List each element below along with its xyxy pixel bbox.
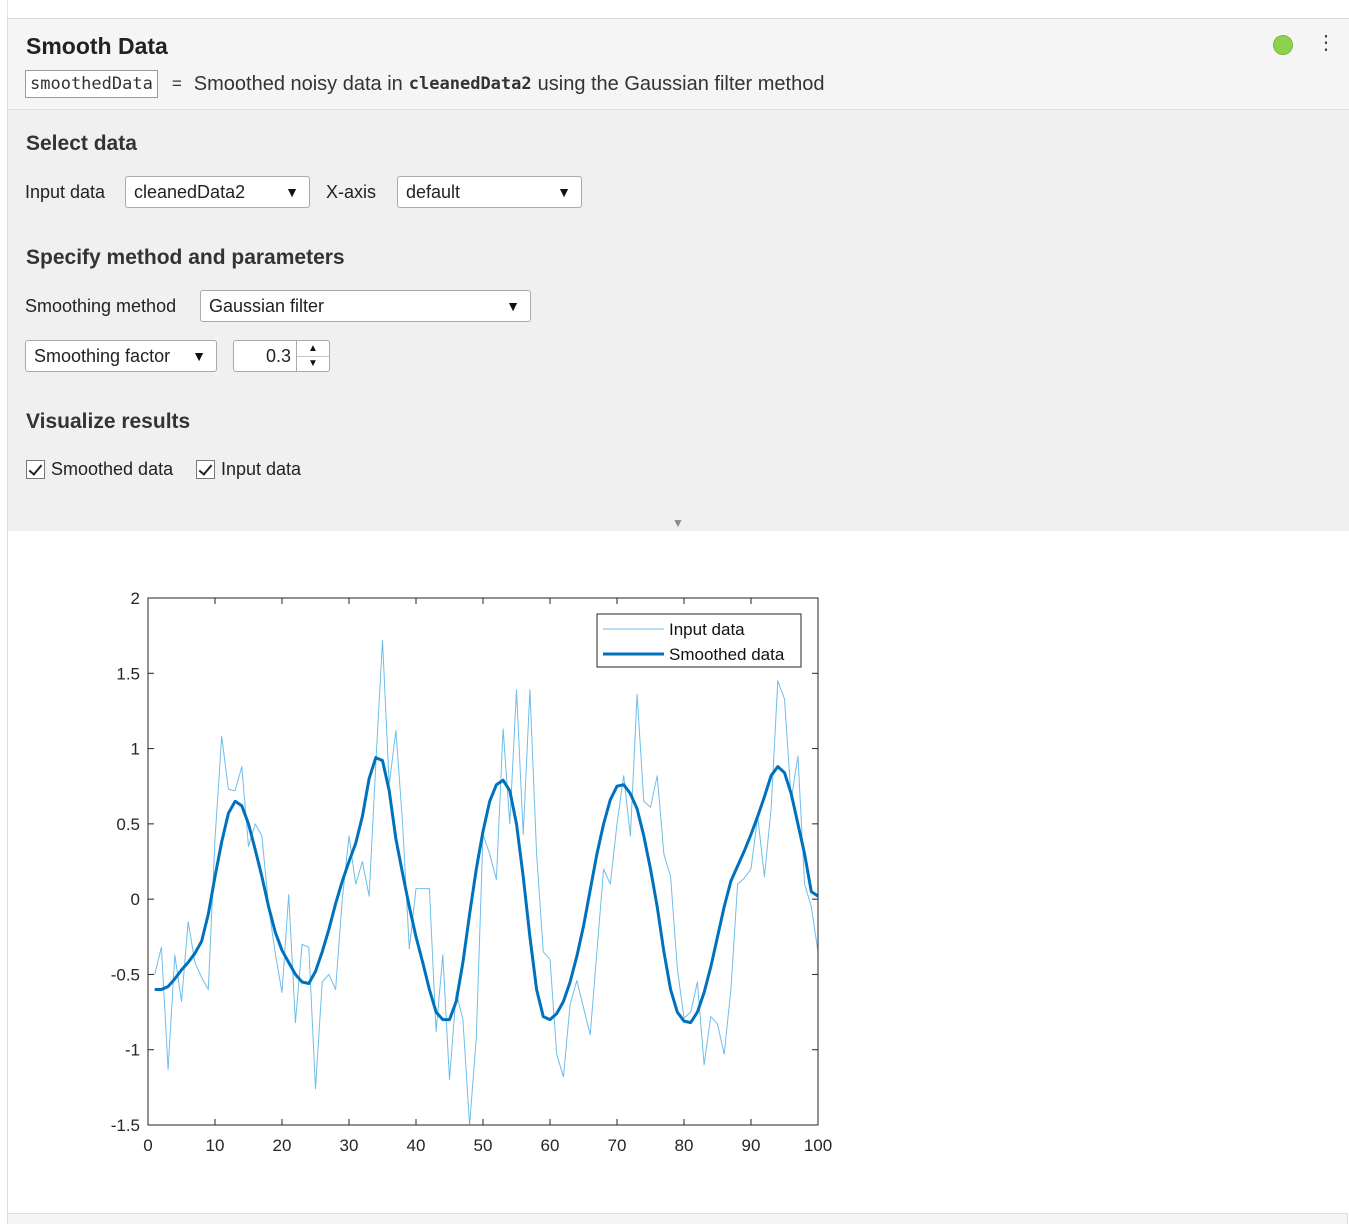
- input-data-checkbox-label: Input data: [221, 459, 302, 479]
- checkbox-checked-icon[interactable]: [26, 460, 45, 479]
- dropdown-arrow-icon: ▼: [192, 348, 206, 364]
- task-title: Smooth Data: [26, 33, 168, 59]
- smoothing-parameter-dropdown[interactable]: Smoothing factor ▼: [25, 340, 217, 372]
- input-data-dropdown[interactable]: cleanedData2 ▼: [125, 176, 310, 208]
- x-tick-label: 30: [340, 1136, 359, 1155]
- chart-output-area: 0 10 20 30 40 50 60 70 80 90 100 -1.5 -1 -0.5 0 0.5 1 1.5…: [8, 531, 1349, 1214]
- chart-legend: Input data Smoothed data: [596, 613, 802, 668]
- smoothing-factor-value[interactable]: 0.3: [266, 341, 291, 371]
- summary-suffix: using the Gaussian filter method: [537, 72, 825, 95]
- dropdown-arrow-icon: ▼: [285, 184, 299, 200]
- input-data-checkbox[interactable]: Input data: [196, 459, 301, 480]
- task-summary: smoothedData = Smoothed noisy data in cl…: [25, 69, 824, 99]
- y-tick-label: -0.5: [111, 965, 140, 984]
- input-data-value: cleanedData2: [134, 182, 246, 202]
- output-variable-field[interactable]: smoothedData: [25, 70, 158, 98]
- y-tick-label: -1.5: [111, 1116, 140, 1135]
- y-tick-label: 2: [131, 589, 140, 608]
- summary-prefix: Smoothed noisy data in: [193, 72, 403, 95]
- y-tick-label: 1: [131, 740, 140, 759]
- section-title-visualize: Visualize results: [26, 410, 191, 433]
- series-line-input-data: [154, 639, 818, 1125]
- smoothing-factor-spinner[interactable]: 0.3 ▲ ▼: [233, 340, 330, 372]
- smoothed-data-checkbox-label: Smoothed data: [51, 459, 174, 479]
- smoothing-method-dropdown[interactable]: Gaussian filter ▼: [200, 290, 531, 322]
- x-tick-label: 90: [742, 1136, 761, 1155]
- axes-box: [147, 597, 819, 1126]
- series-line-smoothed-data: [154, 756, 818, 1025]
- task-header[interactable]: Smooth Data ⋮ smoothedData = Smoothed no…: [8, 19, 1349, 110]
- x-tick-label: 0: [143, 1136, 152, 1155]
- equals-sign: =: [171, 74, 182, 93]
- smoothed-data-checkbox[interactable]: Smoothed data: [26, 459, 173, 480]
- task-controls-panel: Select data Input data cleanedData2 ▼ X-…: [8, 110, 1349, 532]
- next-section-strip: [7, 1213, 1348, 1224]
- x-tick-label: 80: [675, 1136, 694, 1155]
- smoothing-method-label: Smoothing method: [25, 296, 177, 316]
- axis-ticks: 0 10 20 30 40 50 60 70 80 90 100 -1.5 -1 -0.5 0 0.5 1 1.5…: [111, 589, 832, 1155]
- input-data-label: Input data: [25, 182, 106, 202]
- live-task-smooth-data: Smooth Data ⋮ smoothedData = Smoothed no…: [7, 18, 1349, 1214]
- dropdown-arrow-icon: ▼: [557, 184, 571, 200]
- increment-arrow-icon[interactable]: ▲: [297, 341, 329, 357]
- x-tick-label: 20: [273, 1136, 292, 1155]
- x-tick-label: 60: [541, 1136, 560, 1155]
- checkbox-checked-icon[interactable]: [196, 460, 215, 479]
- decrement-arrow-icon[interactable]: ▼: [297, 356, 329, 371]
- options-menu-icon[interactable]: ⋮: [1316, 33, 1336, 53]
- x-tick-label: 70: [608, 1136, 627, 1155]
- section-title-method: Specify method and parameters: [26, 246, 345, 269]
- smoothing-method-value: Gaussian filter: [209, 296, 325, 316]
- x-tick-label: 100: [804, 1136, 832, 1155]
- series-layer: [154, 639, 818, 1125]
- x-axis-value: default: [406, 182, 461, 202]
- summary-input-var: cleanedData2: [408, 74, 532, 94]
- smoothed-data-chart: 0 10 20 30 40 50 60 70 80 90 100 -1.5 -1 -0.5 0 0.5 1 1.5…: [111, 589, 832, 1155]
- y-tick-label: 1.5: [116, 664, 140, 683]
- x-tick-label: 10: [206, 1136, 225, 1155]
- y-tick-label: 0.5: [116, 815, 140, 834]
- legend-label-input-data: Input data: [669, 620, 745, 639]
- dropdown-arrow-icon: ▼: [506, 298, 520, 314]
- legend-label-smoothed-data: Smoothed data: [669, 645, 785, 664]
- x-axis-dropdown[interactable]: default ▼: [397, 176, 582, 208]
- status-indicator-icon: [1273, 35, 1293, 55]
- y-tick-label: 0: [131, 890, 140, 909]
- section-title-select-data: Select data: [26, 132, 137, 155]
- y-tick-label: -1: [125, 1041, 140, 1060]
- x-axis-label: X-axis: [326, 182, 377, 202]
- smoothing-parameter-value: Smoothing factor: [34, 346, 171, 366]
- x-tick-label: 50: [474, 1136, 493, 1155]
- x-tick-label: 40: [407, 1136, 426, 1155]
- collapse-controls-icon[interactable]: ▼: [672, 516, 684, 530]
- outer-frame-top: [7, 0, 1349, 18]
